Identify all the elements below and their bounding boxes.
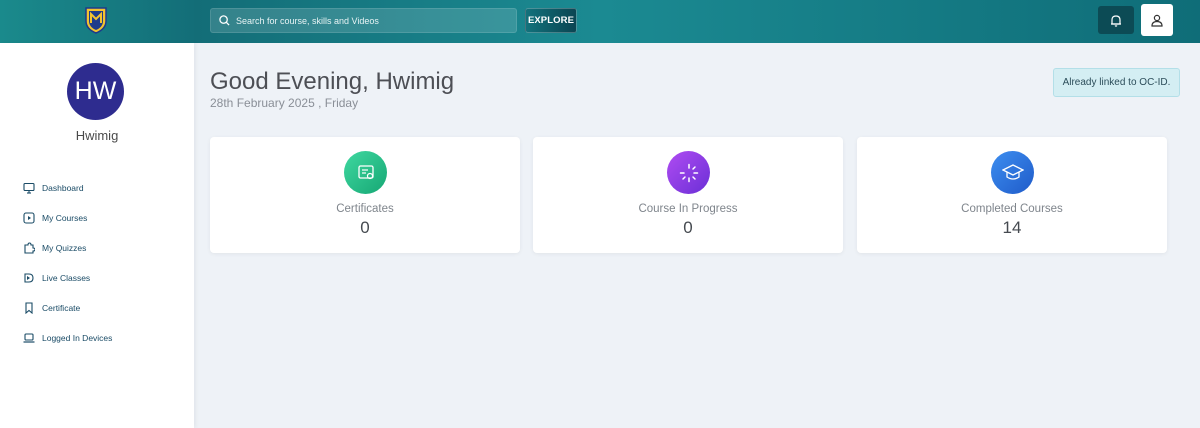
sidebar-item-label: Live Classes [42,273,91,283]
stat-card-course-in-progress[interactable]: Course In Progress 0 [533,137,843,253]
user-icon [1151,14,1163,27]
sidebar-item-logged-in-devices[interactable]: Logged In Devices [22,323,112,353]
sidebar: HW Hwimig Dashboard My Courses My Quizze… [0,43,194,428]
certificate-icon [344,151,387,194]
current-date: 28th February 2025 , Friday [210,96,359,110]
sidebar-item-label: Logged In Devices [42,333,113,343]
sidebar-item-my-quizzes[interactable]: My Quizzes [22,233,112,263]
stat-label: Course In Progress [638,203,738,215]
sidebar-item-my-courses[interactable]: My Courses [22,203,112,233]
greeting-title: Good Evening, Hwimig [210,68,455,95]
sidebar-nav: Dashboard My Courses My Quizzes Live Cla… [22,173,112,353]
stat-value: 0 [360,218,370,237]
sidebar-item-label: Dashboard [42,183,84,193]
username: Hwimig [75,128,119,143]
sidebar-item-dashboard[interactable]: Dashboard [22,173,112,203]
shield-logo[interactable] [84,6,108,34]
stat-card-certificates[interactable]: Certificates 0 [210,137,520,253]
sidebar-item-label: My Courses [42,213,88,223]
bell-icon [1111,14,1121,27]
sidebar-item-label: My Quizzes [42,243,87,253]
stat-label: Certificates [336,203,394,215]
monitor-icon [22,181,36,195]
profile-button[interactable] [1141,4,1173,36]
live-icon [22,271,36,285]
avatar[interactable]: HW [67,63,124,120]
sidebar-item-live-classes[interactable]: Live Classes [22,263,112,293]
laptop-icon [22,331,36,345]
stat-label: Completed Courses [961,203,1063,215]
sidebar-item-label: Certificate [42,303,81,313]
stat-value: 14 [1002,218,1022,237]
sidebar-item-certificate[interactable]: Certificate [22,293,112,323]
brand-area [0,0,194,43]
explore-button[interactable]: EXPLORE [525,8,577,33]
top-bar: EXPLORE [0,0,1200,43]
puzzle-icon [22,241,36,255]
search-bar [210,8,517,33]
stat-value: 0 [683,218,693,237]
play-icon [22,211,36,225]
bookmark-icon [22,301,36,315]
notifications-button[interactable] [1098,6,1134,34]
linked-status-badge: Already linked to OC-ID. [1053,68,1180,97]
search-input[interactable] [230,9,516,32]
search-icon [219,15,230,26]
stat-card-completed-courses[interactable]: Completed Courses 14 [857,137,1167,253]
progress-icon [667,151,710,194]
graduation-cap-icon [991,151,1034,194]
